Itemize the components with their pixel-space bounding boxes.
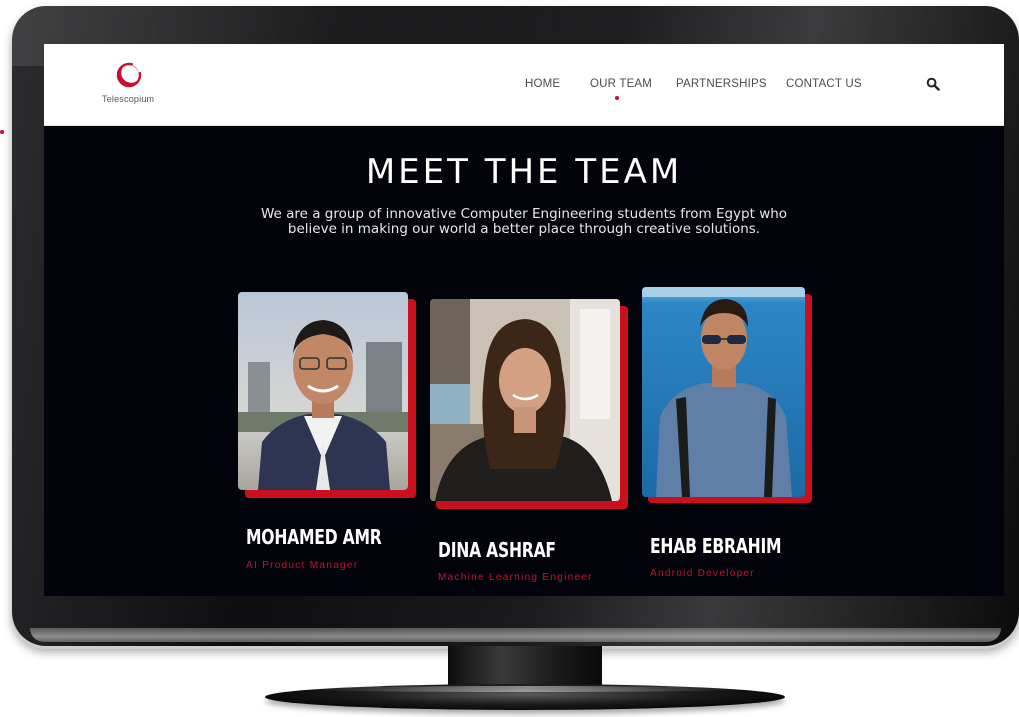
member-role: Machine Learning Engineer [438, 572, 593, 583]
logo-crescent-icon [116, 62, 142, 88]
nav-item-home[interactable]: HOME [525, 78, 560, 90]
active-nav-indicator [615, 96, 619, 100]
edge-accent-dot [0, 130, 4, 134]
monitor-base-shine [300, 686, 750, 692]
nav-item-our-team[interactable]: OUR TEAM [590, 78, 652, 90]
team-photo [238, 292, 408, 490]
monitor-neck [448, 646, 602, 688]
subtitle-line-2: believe in making our world a better pla… [287, 221, 761, 237]
page-subtitle: We are a group of innovative Computer En… [244, 207, 804, 237]
nav-item-partnerships[interactable]: PARTNERSHIPS [676, 78, 767, 90]
member-name: MOHAMED AMR [246, 525, 382, 549]
nav-item-contact-us[interactable]: CONTACT US [786, 78, 862, 90]
logo-text: Telescopium [102, 94, 155, 104]
website-screen: Telescopium HOME OUR TEAM PARTNERSHIPS C… [44, 44, 1004, 596]
navbar: Telescopium HOME OUR TEAM PARTNERSHIPS C… [44, 44, 1004, 126]
search-icon[interactable] [926, 77, 940, 91]
member-name: DINA ASHRAF [438, 538, 556, 562]
member-role: AI Product Manager [246, 560, 359, 571]
member-role: Android Developer [650, 568, 755, 579]
team-photo [430, 299, 620, 501]
team-photo [642, 287, 805, 497]
logo[interactable]: Telescopium [102, 62, 162, 108]
page-title: MEET THE TEAM [365, 152, 683, 192]
monitor-chin [30, 628, 1001, 642]
subtitle-line-1: We are a group of innovative Computer En… [260, 206, 788, 222]
member-name: EHAB EBRAHIM [650, 534, 782, 558]
